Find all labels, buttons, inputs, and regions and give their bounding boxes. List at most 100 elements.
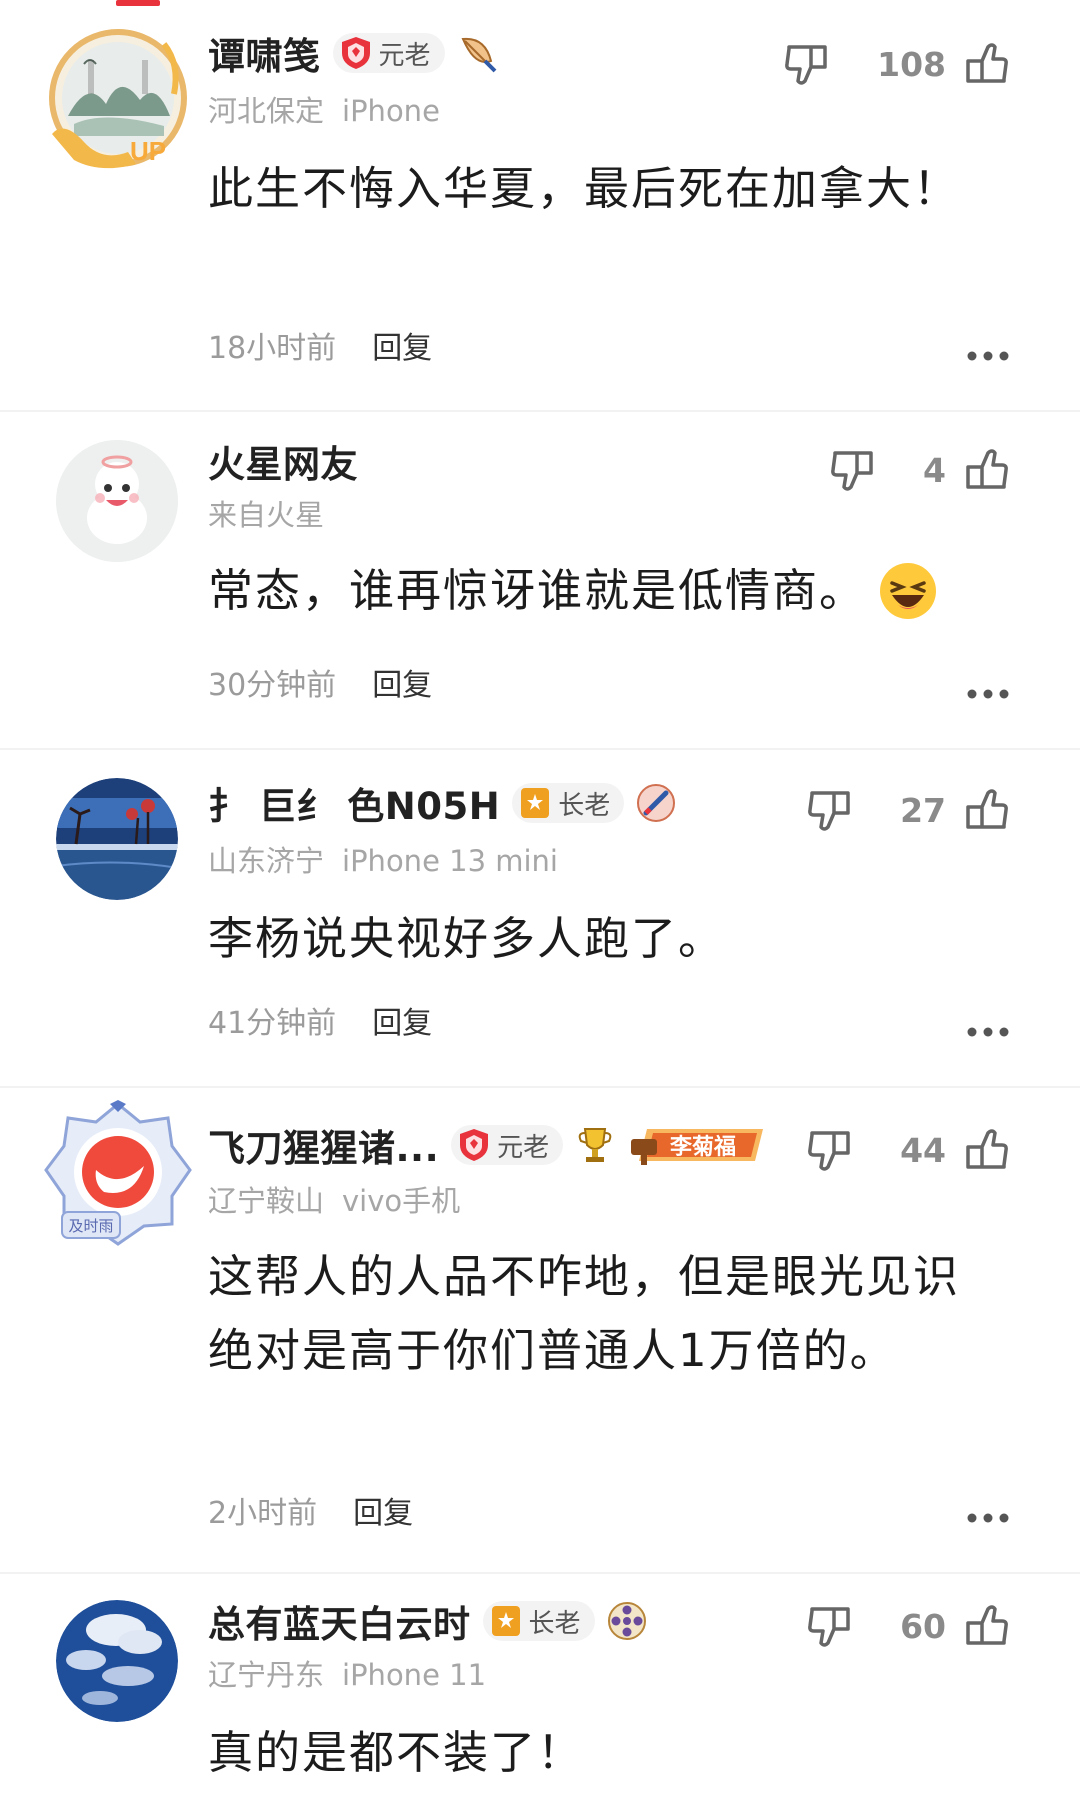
trophy-medal-icon[interactable] — [573, 1123, 617, 1167]
thumb-up-icon[interactable] — [958, 1123, 1012, 1177]
avatar[interactable] — [56, 440, 178, 562]
comment-time: 30分钟前 — [208, 668, 337, 703]
vote-group: 4 — [827, 442, 1012, 498]
more-dots-icon[interactable] — [966, 1512, 1010, 1524]
reply-button[interactable]: 回复 — [372, 660, 432, 704]
shield-orange-icon — [521, 788, 550, 818]
more-dots-icon[interactable] — [966, 1026, 1010, 1038]
more-dots-icon[interactable] — [966, 350, 1010, 362]
comment-meta: 辽宁鞍山 vivo手机 — [208, 1178, 460, 1220]
sky-avatar-icon — [56, 1600, 178, 1722]
vote-group: 27 — [804, 782, 1012, 838]
reply-button[interactable]: 回复 — [353, 1488, 413, 1532]
comment-meta: 山东济宁 iPhone 13 mini — [208, 838, 558, 880]
comment-meta: 辽宁丹东 iPhone 11 — [208, 1652, 486, 1694]
ghost-avatar-icon — [56, 440, 178, 562]
pen-medal-icon[interactable] — [634, 781, 678, 825]
vote-group: 44 — [804, 1122, 1012, 1178]
shield-orange-icon — [491, 1606, 520, 1636]
shield-red-icon — [341, 37, 370, 69]
level-badge[interactable]: 长老 — [482, 1601, 595, 1641]
username[interactable]: 飞刀猩猩诸... — [208, 1118, 439, 1172]
reply-button[interactable]: 回复 — [372, 998, 432, 1042]
like-count: 60 — [900, 1606, 946, 1646]
username[interactable]: 火星网友 — [208, 434, 358, 488]
username[interactable]: 谭啸笺 — [208, 26, 321, 80]
comment-text: 常态，谁再惊讶谁就是低情商。 — [208, 564, 867, 617]
avatar[interactable]: UP — [44, 24, 192, 172]
comment-text: 这帮人的人品不咋地，但是眼光见识绝对是高于你们普通人1万倍的。 — [208, 1250, 961, 1377]
comment-footer: 30分钟前 回复 — [208, 660, 432, 704]
like-count: 27 — [900, 790, 946, 830]
thumb-down-icon[interactable] — [804, 783, 858, 837]
comment-time: 2小时前 — [208, 1496, 318, 1531]
thumb-up-icon[interactable] — [958, 783, 1012, 837]
feather-medal-icon[interactable] — [455, 31, 499, 75]
avatar[interactable] — [56, 1600, 178, 1722]
location: 来自火星 — [208, 498, 325, 532]
comment-time: 41分钟前 — [208, 1006, 337, 1041]
comment-footer: 18小时前 回复 — [208, 323, 432, 367]
location: 辽宁鞍山 — [208, 1184, 325, 1218]
thumb-up-icon[interactable] — [958, 443, 1012, 497]
thumb-down-icon[interactable] — [804, 1599, 858, 1653]
vote-group: 60 — [804, 1598, 1012, 1654]
comment-item: 扌 巨纟 色N05H 长老 山东济宁 iPhone 13 mini 李杨说央视好多… — [0, 750, 1080, 1086]
medal-label: 李菊福 — [669, 1135, 736, 1160]
device: vivo手机 — [342, 1184, 461, 1218]
avatar-label: 及时雨 — [68, 1217, 113, 1235]
avatar[interactable] — [56, 778, 178, 900]
comment-footer: 41分钟前 回复 — [208, 998, 432, 1042]
vote-group: 108 — [781, 36, 1012, 92]
badge-label: 元老 — [378, 40, 431, 71]
comment-meta: 河北保定 iPhone — [208, 88, 440, 130]
avatar-frame-icon: 及时雨 — [44, 1100, 192, 1246]
thumb-up-icon[interactable] — [958, 1599, 1012, 1653]
level-badge[interactable]: 元老 — [332, 33, 445, 73]
comment-text: 李杨说央视好多人跑了。 — [208, 912, 726, 965]
device: iPhone 11 — [342, 1658, 487, 1692]
avatar[interactable]: 及时雨 — [44, 1100, 192, 1248]
laughing-emoji-icon — [880, 563, 937, 619]
comment-time: 18小时前 — [208, 331, 337, 366]
avatar-frame-icon: UP — [49, 29, 187, 169]
username[interactable]: 扌 巨纟 色N05H — [208, 776, 500, 830]
landscape-avatar-icon — [56, 778, 178, 900]
avatar-label: UP — [130, 136, 166, 166]
location: 辽宁丹东 — [208, 1658, 325, 1692]
badge-label: 元老 — [497, 1132, 550, 1163]
name-row: 扌 巨纟 色N05H 长老 — [208, 778, 678, 828]
comment-footer: 2小时前 回复 — [208, 1488, 413, 1532]
badge-label: 长老 — [558, 790, 611, 821]
location: 河北保定 — [208, 94, 325, 128]
gavel-medal-icon[interactable]: 李菊福 — [627, 1123, 767, 1167]
location: 山东济宁 — [208, 844, 325, 878]
thumb-up-icon[interactable] — [958, 37, 1012, 91]
more-dots-icon[interactable] — [966, 688, 1010, 700]
device: iPhone — [342, 94, 440, 128]
thumb-down-icon[interactable] — [827, 443, 881, 497]
comment-text-row: 常态，谁再惊讶谁就是低情商。 — [208, 554, 938, 628]
level-badge[interactable]: 长老 — [512, 783, 625, 823]
comment-text: 此生不悔入华夏，最后死在加拿大！ — [208, 162, 961, 215]
like-count: 108 — [877, 44, 946, 84]
like-count: 44 — [900, 1130, 946, 1170]
comment-item: UP 谭啸笺 元老 河北保定 iPhone 此生不悔入华夏，最后死在加拿大！ 18… — [0, 0, 1080, 410]
like-count: 4 — [923, 450, 946, 490]
name-row: 火星网友 — [208, 436, 358, 486]
comment-text: 真的是都不装了！ — [208, 1726, 585, 1779]
level-badge[interactable]: 元老 — [451, 1125, 564, 1165]
device: iPhone 13 mini — [342, 844, 558, 878]
username[interactable]: 总有蓝天白云时 — [208, 1594, 471, 1648]
comment-item: 及时雨 飞刀猩猩诸... 元老 李菊福 辽宁鞍山 vivo手机 这帮人的人品不咋… — [0, 1088, 1080, 1574]
comment-item: 总有蓝天白云时 长老 辽宁丹东 iPhone 11 真的是都不装了！ 60 — [0, 1574, 1080, 1800]
shield-red-icon — [460, 1129, 489, 1161]
thumb-down-icon[interactable] — [781, 37, 835, 91]
film-reel-medal-icon[interactable] — [605, 1599, 649, 1643]
comment-item: 火星网友 来自火星 常态，谁再惊讶谁就是低情商。 30分钟前 回复 4 — [0, 412, 1080, 748]
name-row: 飞刀猩猩诸... 元老 李菊福 — [208, 1120, 767, 1170]
thumb-down-icon[interactable] — [804, 1123, 858, 1177]
reply-button[interactable]: 回复 — [372, 323, 432, 367]
name-row: 谭啸笺 元老 — [208, 28, 499, 78]
badge-label: 长老 — [528, 1608, 581, 1639]
